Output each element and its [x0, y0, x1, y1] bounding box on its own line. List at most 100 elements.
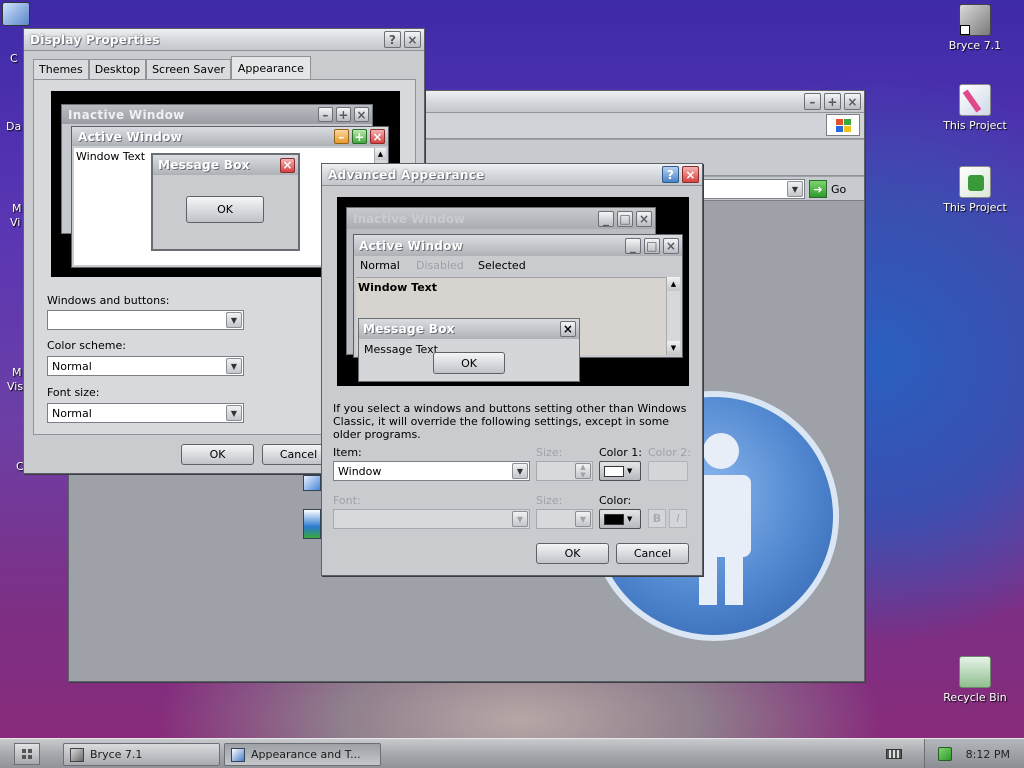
ok-button[interactable]: OK: [181, 444, 254, 465]
chevron-down-icon: ▼: [627, 467, 633, 475]
spinner-icon[interactable]: ▲ ▼: [575, 463, 591, 479]
task-icon[interactable]: [303, 475, 321, 491]
preview-message-box: Message Box × Message Text OK: [358, 318, 580, 382]
desktop-icon-label: This Project: [943, 119, 1007, 132]
ok-label: OK: [217, 203, 233, 216]
font-label: Font:: [333, 494, 361, 507]
desktop-icon-recycle-bin[interactable]: Recycle Bin: [930, 656, 1020, 704]
tab-appearance[interactable]: Appearance: [230, 56, 311, 79]
color-scheme-select[interactable]: Normal ▼: [47, 356, 244, 376]
windows-buttons-select[interactable]: ▼: [47, 310, 244, 330]
help-icon[interactable]: ?: [384, 31, 401, 48]
color1-swatch: [604, 465, 624, 477]
font-color-picker[interactable]: ▼: [599, 509, 641, 529]
menu-normal: Normal: [360, 258, 400, 272]
desktop-icon-this-project-2[interactable]: This Project: [930, 166, 1020, 214]
item-select[interactable]: Window ▼: [333, 461, 530, 481]
cancel-label: Cancel: [633, 547, 672, 560]
preview-message-box: Message Box × OK: [151, 153, 300, 251]
item-label: Item:: [333, 446, 362, 459]
minimize-icon: –: [318, 107, 333, 122]
start-button[interactable]: [14, 743, 40, 765]
tab-desktop[interactable]: Desktop: [88, 59, 147, 79]
scroll-up-icon: ▲: [375, 148, 386, 160]
desktop-icon-bryce[interactable]: ↗ Bryce 7.1: [930, 4, 1020, 52]
task-icon[interactable]: [303, 509, 321, 539]
desktop-icon-label: This Project: [943, 201, 1007, 214]
maximize-icon[interactable]: +: [824, 93, 841, 110]
close-icon: ×: [636, 210, 652, 227]
help-icon[interactable]: ?: [662, 166, 679, 183]
preview-window-text: Window Text: [76, 150, 146, 163]
minimize-icon[interactable]: –: [804, 93, 821, 110]
advanced-appearance-dialog: Advanced Appearance ? × Inactive Window …: [321, 163, 703, 576]
close-icon: ×: [370, 129, 385, 144]
close-icon: ×: [663, 237, 679, 254]
preview-ok-button: OK: [433, 352, 505, 374]
font-select[interactable]: ▼: [333, 509, 530, 529]
preview-active-title: Active Window: [359, 238, 464, 253]
font-size-select[interactable]: Normal ▼: [47, 403, 244, 423]
desktop-edge-label: M: [12, 202, 22, 215]
bold-label: B: [652, 512, 662, 525]
minimize-icon: _: [625, 237, 641, 254]
desktop-icon-computer[interactable]: [0, 2, 40, 29]
ok-button[interactable]: OK: [536, 543, 609, 564]
color2-picker[interactable]: [648, 461, 688, 481]
close-icon[interactable]: ×: [844, 93, 861, 110]
go-button[interactable]: ➔ Go: [809, 179, 846, 199]
minimize-icon: _: [598, 210, 614, 227]
tab-themes[interactable]: Themes: [33, 59, 89, 79]
windows-logo-icon: [826, 114, 860, 136]
close-icon[interactable]: ×: [682, 166, 699, 183]
color1-label: Color 1:: [599, 446, 642, 459]
display-properties-icon: [231, 747, 245, 762]
desktop-icon-label: Bryce 7.1: [948, 39, 1002, 52]
preview-message-text: Message Text: [364, 343, 438, 356]
info-text: If you select a windows and buttons sett…: [333, 402, 687, 441]
size-label: Size:: [536, 446, 563, 459]
font-color-label: Color:: [599, 494, 632, 507]
preview-message-title: Message Box: [363, 322, 455, 336]
chevron-down-icon[interactable]: ▼: [226, 405, 242, 421]
go-label: Go: [831, 182, 847, 196]
maximize-icon: +: [336, 107, 351, 122]
chevron-down-icon[interactable]: ▼: [787, 181, 803, 197]
menu-disabled: Disabled: [416, 258, 464, 272]
cancel-button[interactable]: Cancel: [616, 543, 689, 564]
tab-screen-saver[interactable]: Screen Saver: [146, 59, 231, 79]
advanced-preview: Inactive Window _ □ × Active Window _ □ …: [337, 197, 689, 386]
chevron-down-icon[interactable]: ▼: [512, 511, 528, 527]
taskbar-item-bryce[interactable]: Bryce 7.1: [63, 743, 220, 766]
cancel-label: Cancel: [279, 448, 318, 461]
color-scheme-label: Color scheme:: [47, 339, 126, 352]
close-icon[interactable]: ×: [404, 31, 421, 48]
network-icon[interactable]: [937, 747, 952, 761]
maximize-icon: □: [617, 210, 633, 227]
font-size-select[interactable]: ▼: [536, 509, 593, 529]
desktop-icon-this-project-1[interactable]: This Project: [930, 84, 1020, 132]
clock[interactable]: 8:12 PM: [966, 748, 1010, 761]
chevron-down-icon[interactable]: ▼: [575, 511, 591, 527]
desktop-edge-label: Da: [6, 120, 22, 133]
size-spinner[interactable]: ▲ ▼: [536, 461, 593, 481]
color1-picker[interactable]: ▼: [599, 461, 641, 481]
ok-label: OK: [461, 356, 477, 370]
preview-inactive-title: Inactive Window: [353, 211, 466, 226]
green-project-icon: [959, 166, 991, 198]
ok-label: OK: [564, 547, 581, 560]
computer-icon: [2, 2, 30, 26]
close-icon: ×: [560, 321, 576, 337]
maximize-icon: □: [644, 237, 660, 254]
chevron-down-icon[interactable]: ▼: [226, 312, 242, 328]
windows-buttons-label: Windows and buttons:: [47, 294, 170, 307]
chevron-down-icon[interactable]: ▼: [226, 358, 242, 374]
tab-label: Appearance: [237, 61, 304, 75]
italic-button[interactable]: I: [669, 509, 687, 528]
preview-ok-button: OK: [186, 196, 264, 223]
chevron-down-icon[interactable]: ▼: [512, 463, 528, 479]
dialog-title: Display Properties: [30, 32, 160, 47]
keyboard-icon[interactable]: [886, 749, 902, 759]
bold-button[interactable]: B: [648, 509, 666, 528]
taskbar-item-appearance[interactable]: Appearance and T...: [224, 743, 381, 766]
